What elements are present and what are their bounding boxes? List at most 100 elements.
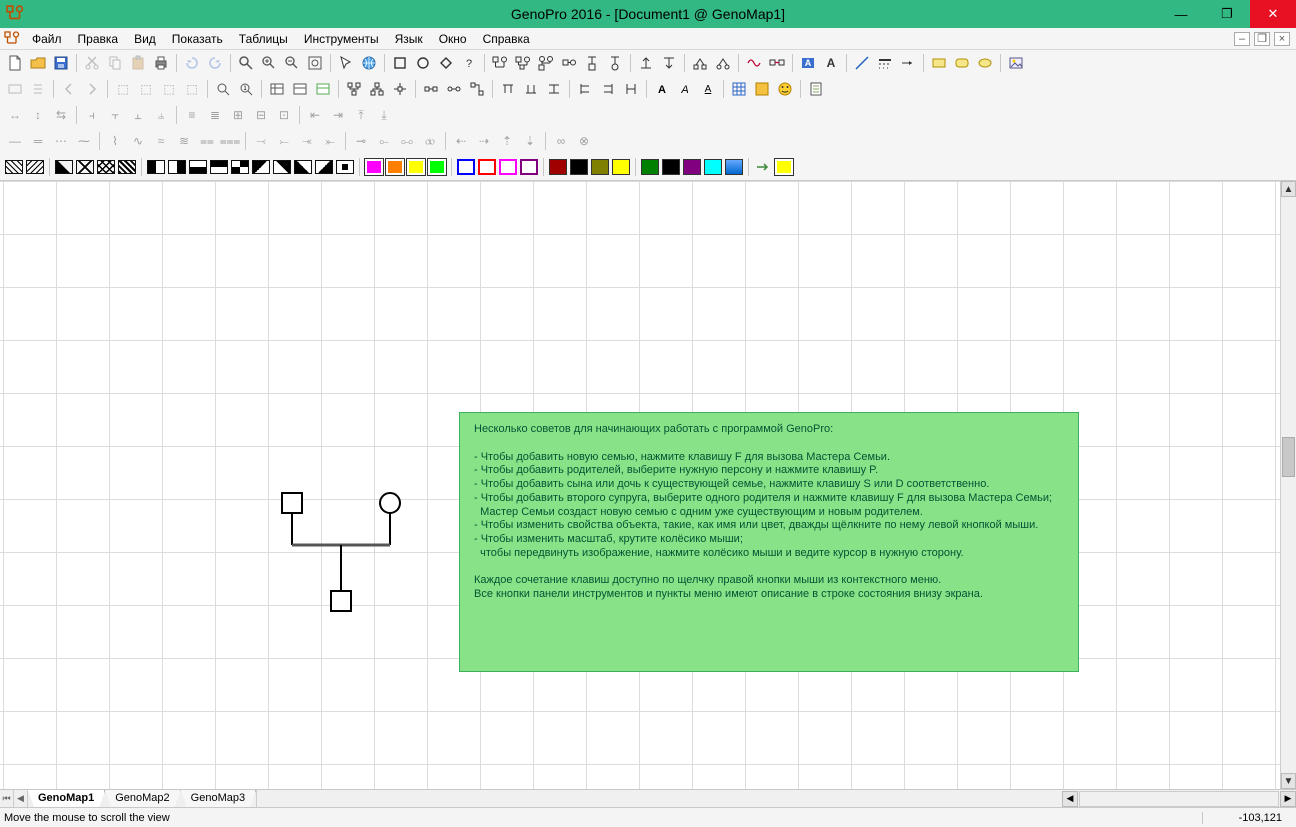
- half-right[interactable]: [167, 156, 187, 178]
- paste-button[interactable]: [127, 52, 149, 74]
- color-black2[interactable]: [661, 156, 681, 178]
- new-unknown-button[interactable]: ?: [458, 52, 480, 74]
- r4-21[interactable]: ⇡: [496, 130, 518, 152]
- save-button[interactable]: [50, 52, 72, 74]
- tree-c-button[interactable]: [420, 78, 442, 100]
- r4-4[interactable]: ⁓: [73, 130, 95, 152]
- tab-genomap2[interactable]: GenoMap2: [105, 790, 180, 807]
- r4-13[interactable]: ⤛: [296, 130, 318, 152]
- r4-19[interactable]: ⇠: [450, 130, 472, 152]
- table-unions-button[interactable]: [312, 78, 334, 100]
- line-arrows-button[interactable]: [897, 52, 919, 74]
- new-pet-button[interactable]: [435, 52, 457, 74]
- quarter-bl[interactable]: [293, 156, 313, 178]
- r2-btn-7[interactable]: ⬚: [158, 78, 180, 100]
- pattern-wave-1[interactable]: [4, 156, 24, 178]
- r3-16[interactable]: ⤓: [373, 104, 395, 126]
- half-bottom[interactable]: [209, 156, 229, 178]
- new-parents-button[interactable]: [535, 52, 557, 74]
- link-parent-button[interactable]: [635, 52, 657, 74]
- zoom-b-button[interactable]: 1: [235, 78, 257, 100]
- find-button[interactable]: [235, 52, 257, 74]
- zoom-in-button[interactable]: [258, 52, 280, 74]
- emoji-button[interactable]: [774, 78, 796, 100]
- r3-12[interactable]: ⊡: [273, 104, 295, 126]
- text-button[interactable]: A: [820, 52, 842, 74]
- r4-8[interactable]: ≋: [173, 130, 195, 152]
- menu-tables[interactable]: Таблицы: [231, 29, 296, 49]
- redo-button[interactable]: [204, 52, 226, 74]
- r3-9[interactable]: ≣: [204, 104, 226, 126]
- r3-7[interactable]: ⫨: [150, 104, 172, 126]
- open-button[interactable]: [27, 52, 49, 74]
- color-magenta[interactable]: [364, 156, 384, 178]
- r4-9[interactable]: ⩵: [196, 130, 218, 152]
- horizontal-scrollbar[interactable]: ◀ ▶: [256, 790, 1296, 807]
- zoom-a-button[interactable]: [212, 78, 234, 100]
- menu-file[interactable]: Файл: [24, 29, 70, 49]
- hscroll-right[interactable]: ▶: [1280, 791, 1296, 807]
- color-purple[interactable]: [498, 156, 518, 178]
- r2-btn-8[interactable]: ⬚: [181, 78, 203, 100]
- pattern-wave-2[interactable]: [25, 156, 45, 178]
- cut-button[interactable]: [81, 52, 103, 74]
- menu-edit[interactable]: Правка: [70, 29, 127, 49]
- pattern-diag-2[interactable]: [117, 156, 137, 178]
- zoom-out-button[interactable]: [281, 52, 303, 74]
- sibling-a-button[interactable]: [497, 78, 519, 100]
- r4-23[interactable]: ∞: [550, 130, 572, 152]
- grid-button[interactable]: [728, 78, 750, 100]
- line-style-button[interactable]: [874, 52, 896, 74]
- r4-16[interactable]: ⟜: [373, 130, 395, 152]
- hyperlink-button[interactable]: [358, 52, 380, 74]
- draw-rect-button[interactable]: [928, 52, 950, 74]
- new-button[interactable]: [4, 52, 26, 74]
- mdi-minimize[interactable]: –: [1234, 32, 1250, 46]
- sibling-b-button[interactable]: [520, 78, 542, 100]
- draw-ellipse-button[interactable]: [974, 52, 996, 74]
- tab-genomap1[interactable]: GenoMap1: [28, 790, 105, 807]
- new-mate-button[interactable]: [558, 52, 580, 74]
- menu-window[interactable]: Окно: [431, 29, 475, 49]
- sibling-e-button[interactable]: [597, 78, 619, 100]
- color-cyan[interactable]: [703, 156, 723, 178]
- new-family-button[interactable]: [512, 52, 534, 74]
- tree-up-button[interactable]: [343, 78, 365, 100]
- sibling-c-button[interactable]: [543, 78, 565, 100]
- r4-3[interactable]: ⋯: [50, 130, 72, 152]
- mdi-restore[interactable]: ❐: [1254, 32, 1270, 46]
- new-son-button[interactable]: [581, 52, 603, 74]
- r4-15[interactable]: ⊸: [350, 130, 372, 152]
- color-red2[interactable]: [548, 156, 568, 178]
- r3-15[interactable]: ⤒: [350, 104, 372, 126]
- text-label-button[interactable]: A: [797, 52, 819, 74]
- new-daughter-button[interactable]: [604, 52, 626, 74]
- sibling-f-button[interactable]: [620, 78, 642, 100]
- color-green[interactable]: [427, 156, 447, 178]
- r4-12[interactable]: ⤚: [273, 130, 295, 152]
- r3-10[interactable]: ⊞: [227, 104, 249, 126]
- draw-roundrect-button[interactable]: [951, 52, 973, 74]
- r4-7[interactable]: ≈: [150, 130, 172, 152]
- color-blue[interactable]: [456, 156, 476, 178]
- r2-btn-6[interactable]: ⬚: [135, 78, 157, 100]
- half-cross[interactable]: [230, 156, 250, 178]
- table-people-button[interactable]: [266, 78, 288, 100]
- font-underline-button[interactable]: A: [697, 78, 719, 100]
- new-female-button[interactable]: [412, 52, 434, 74]
- color-darkgreen[interactable]: [640, 156, 660, 178]
- nav-left-button[interactable]: [58, 78, 80, 100]
- r3-1[interactable]: ↔: [4, 104, 26, 126]
- link-child-button[interactable]: [658, 52, 680, 74]
- r4-1[interactable]: ―: [4, 130, 26, 152]
- half-top[interactable]: [188, 156, 208, 178]
- menu-tools[interactable]: Инструменты: [296, 29, 387, 49]
- pattern-dblx[interactable]: [96, 156, 116, 178]
- r4-20[interactable]: ⇢: [473, 130, 495, 152]
- genogram-shape[interactable]: [280, 491, 420, 631]
- tab-nav-first[interactable]: ⏮: [0, 790, 14, 807]
- menu-show[interactable]: Показать: [164, 29, 231, 49]
- r4-14[interactable]: ⤜: [319, 130, 341, 152]
- tree-down-button[interactable]: [366, 78, 388, 100]
- nav-right-button[interactable]: [81, 78, 103, 100]
